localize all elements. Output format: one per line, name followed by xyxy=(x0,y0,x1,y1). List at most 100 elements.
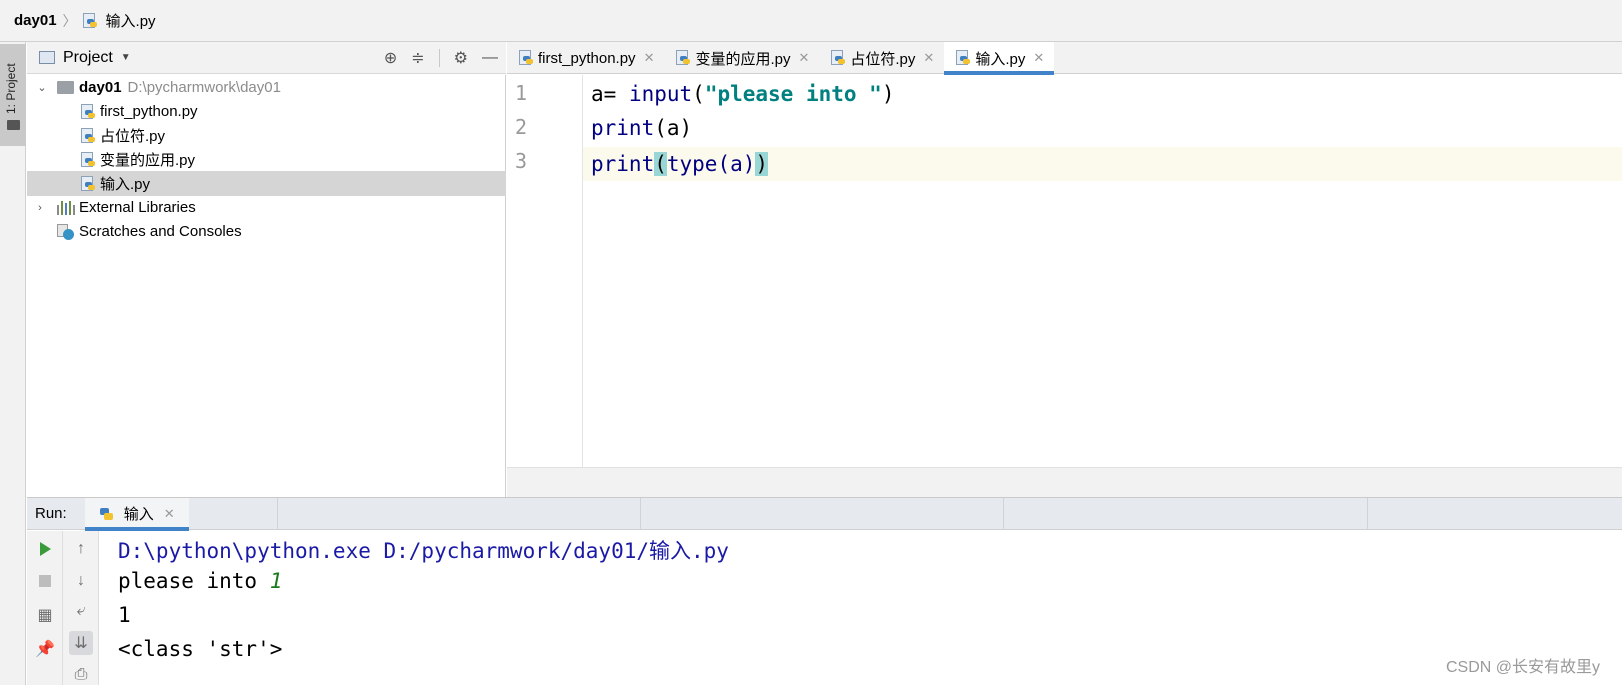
tree-item-root[interactable]: ⌄ day01 D:\pycharmwork\day01 xyxy=(27,75,506,100)
breadcrumb-file-label: 输入.py xyxy=(105,13,156,30)
console-user-input: 1 xyxy=(269,569,283,593)
editor-tab-bar: first_python.py ✕ 变量的应用.py ✕ 占位符.py ✕ 输入… xyxy=(507,42,1622,75)
console-prompt: please into xyxy=(118,569,270,593)
close-icon[interactable]: ✕ xyxy=(798,50,809,66)
tree-item-label: External Libraries xyxy=(79,199,196,216)
code-token: print xyxy=(591,116,655,140)
tree-item-label: Scratches and Consoles xyxy=(79,223,242,240)
tab-input-active[interactable]: 输入.py ✕ xyxy=(944,42,1055,75)
folder-icon xyxy=(57,81,74,94)
line-number: 3 xyxy=(515,149,528,173)
project-view-icon xyxy=(39,51,55,64)
watermark: CSDN @长安有故里y xyxy=(1445,659,1600,676)
tree-item-file[interactable]: 变量的应用.py xyxy=(27,147,506,172)
project-tool-label: 1: Project xyxy=(4,63,18,114)
soft-wrap-icon: ⤶ xyxy=(76,602,86,619)
project-tool-button[interactable]: 1: Project xyxy=(0,44,26,146)
python-file-icon xyxy=(81,151,96,168)
pin-icon: 📌 xyxy=(35,641,55,658)
header-divider xyxy=(277,498,278,530)
up-button[interactable]: ↑ xyxy=(69,537,93,561)
code-line-3: print(type(a)) xyxy=(591,147,769,181)
tree-item-label: 输入.py xyxy=(100,176,151,193)
python-file-icon xyxy=(81,175,96,192)
chevron-down-icon[interactable]: ▼ xyxy=(121,52,131,63)
python-file-icon xyxy=(519,50,534,66)
chevron-right-icon[interactable]: › xyxy=(33,202,47,214)
close-icon[interactable]: ✕ xyxy=(644,50,655,66)
tab-variables[interactable]: 变量的应用.py ✕ xyxy=(664,42,819,74)
breadcrumb-root[interactable]: day01 xyxy=(14,12,57,29)
tree-item-file[interactable]: first_python.py xyxy=(27,99,506,124)
run-panel-label: Run: xyxy=(35,505,67,522)
navigation-bar: day01 〉 输入.py xyxy=(0,0,1622,42)
soft-wrap-button[interactable]: ⤶ xyxy=(69,599,93,623)
scroll-to-end-button[interactable]: ⇊ xyxy=(69,631,93,655)
stop-icon xyxy=(39,575,51,587)
tree-item-external-libraries[interactable]: › External Libraries xyxy=(27,195,506,220)
gear-icon[interactable]: ⚙ xyxy=(454,48,468,68)
line-number: 2 xyxy=(515,115,528,139)
chevron-down-icon[interactable]: ⌄ xyxy=(35,81,49,94)
code-token: ( xyxy=(692,82,705,106)
close-icon[interactable]: ✕ xyxy=(923,50,934,66)
minimize-icon[interactable]: — xyxy=(482,49,498,67)
run-tab-label: 输入 xyxy=(123,506,154,523)
tree-item-label: first_python.py xyxy=(100,103,198,120)
tree-item-file[interactable]: 占位符.py xyxy=(27,123,506,148)
run-toolbar-primary: ▦ 📌 xyxy=(27,531,63,685)
tab-first-python[interactable]: first_python.py ✕ xyxy=(507,42,664,74)
tab-label: 输入.py xyxy=(975,50,1026,68)
tab-label: first_python.py xyxy=(538,49,636,67)
root-folder-path: D:\pycharmwork\day01 xyxy=(127,79,281,96)
console-command-line: D:\python\python.exe D:/pycharmwork/day0… xyxy=(118,539,729,563)
layout-button[interactable]: ▦ xyxy=(33,603,57,627)
header-divider xyxy=(640,498,641,530)
close-icon[interactable]: ✕ xyxy=(164,506,175,522)
editor-bottom-strip xyxy=(507,467,1622,497)
code-token: input xyxy=(628,82,693,106)
scroll-to-end-icon: ⇊ xyxy=(74,635,88,652)
code-editor[interactable]: 1 2 3 a= input("please into ") print (a) … xyxy=(507,75,1622,467)
print-button[interactable]: ⎙ xyxy=(69,663,93,687)
line-number-gutter: 1 2 3 xyxy=(507,75,583,467)
left-tool-stripe: 1: Project xyxy=(0,42,26,685)
header-divider xyxy=(1003,498,1004,530)
python-file-icon xyxy=(676,50,691,66)
tree-item-label: 变量的应用.py xyxy=(100,152,196,169)
python-file-icon xyxy=(956,50,971,66)
code-token: (a) xyxy=(654,116,693,140)
run-console[interactable]: D:\python\python.exe D:/pycharmwork/day0… xyxy=(100,531,1622,685)
collapse-all-icon[interactable]: ≑ xyxy=(411,48,424,68)
scratches-icon xyxy=(57,223,75,240)
project-panel-title[interactable]: Project xyxy=(63,49,113,67)
code-token: a= xyxy=(591,82,629,106)
line-number: 1 xyxy=(515,81,528,105)
tree-item-scratches[interactable]: Scratches and Consoles xyxy=(27,219,506,244)
play-icon xyxy=(39,542,51,556)
python-file-icon xyxy=(831,50,846,66)
breadcrumb-file[interactable]: 输入.py xyxy=(82,10,156,31)
tab-label: 占位符.py xyxy=(850,50,916,68)
rerun-button[interactable] xyxy=(33,537,57,561)
tab-placeholder[interactable]: 占位符.py ✕ xyxy=(819,42,944,74)
pin-button[interactable]: 📌 xyxy=(33,637,57,661)
header-divider xyxy=(1367,498,1368,530)
python-file-icon xyxy=(81,103,96,120)
close-icon[interactable]: ✕ xyxy=(1033,50,1044,66)
project-tree: ⌄ day01 D:\pycharmwork\day01 first_pytho… xyxy=(27,75,506,497)
folder-icon xyxy=(7,120,20,130)
python-file-icon xyxy=(81,127,96,144)
code-token: "please into " xyxy=(704,82,882,106)
arrow-down-icon: ↓ xyxy=(77,572,85,589)
tree-item-file-selected[interactable]: 输入.py xyxy=(27,171,506,196)
down-button[interactable]: ↓ xyxy=(69,569,93,593)
library-icon xyxy=(57,200,75,215)
stop-button[interactable] xyxy=(33,569,57,593)
code-line-2: print (a) xyxy=(591,111,692,145)
run-tab[interactable]: 输入 ✕ xyxy=(84,497,189,531)
locate-icon[interactable]: ⊕ xyxy=(384,48,397,68)
project-panel-header: Project ▼ ⊕ ≑ ⚙ — xyxy=(27,42,506,74)
run-panel-header: Run: 输入 ✕ xyxy=(27,497,1622,531)
code-token: type(a) xyxy=(666,152,756,176)
